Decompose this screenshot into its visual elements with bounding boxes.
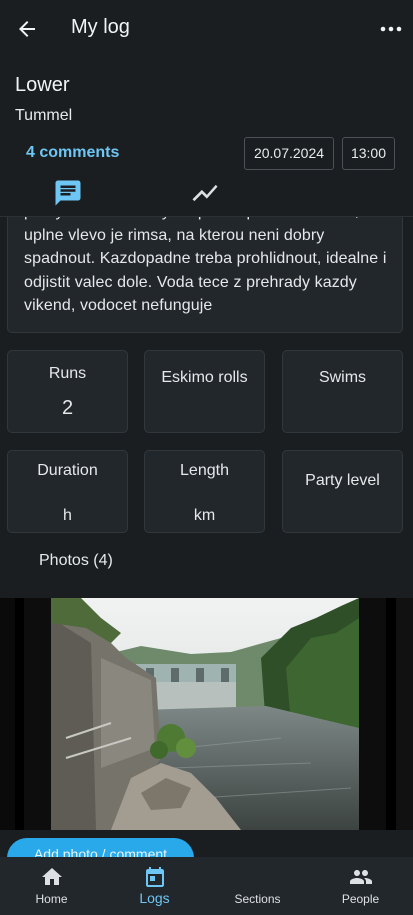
photo-margin — [24, 598, 51, 830]
stat-value: 2 — [61, 397, 74, 419]
chart-line-icon — [192, 184, 218, 202]
nav-people[interactable]: People — [309, 857, 412, 915]
people-icon — [349, 870, 372, 884]
stat-runs[interactable]: Runs 2 — [7, 350, 128, 433]
river-name[interactable]: Tummel — [15, 107, 72, 125]
stat-label: Length — [180, 462, 229, 479]
stat-swims[interactable]: Swims — [282, 350, 403, 433]
river-photo — [51, 598, 359, 830]
section-name: Lower — [15, 74, 70, 96]
nav-label: People — [341, 892, 380, 906]
bottom-navigation: Home Logs Sections People — [0, 857, 413, 915]
nav-label: Logs — [139, 890, 170, 906]
comments-link[interactable]: 4 comments — [26, 144, 119, 162]
calendar-icon — [145, 867, 164, 887]
home-icon — [41, 868, 62, 885]
more-horizontal-icon[interactable] — [378, 17, 404, 41]
stat-label: Eskimo rolls — [161, 369, 248, 386]
stat-length[interactable]: Length km — [144, 450, 265, 533]
photos-title: Photos (4) — [39, 552, 113, 569]
app-header: My log Lower Tummel 4 comments 20.07.202… — [0, 0, 413, 217]
stat-label: Party level — [305, 472, 380, 489]
photo-main[interactable] — [51, 598, 359, 830]
nav-logs[interactable]: Logs — [103, 857, 206, 915]
time-chip[interactable]: 13:00 — [342, 137, 395, 170]
nav-home[interactable]: Home — [0, 857, 103, 915]
nav-sections[interactable]: Sections — [206, 857, 309, 915]
stat-label: Runs — [48, 365, 87, 382]
stat-duration[interactable]: Duration h — [7, 450, 128, 533]
stat-party-level[interactable]: Party level — [282, 450, 403, 533]
stat-eskimo-rolls[interactable]: Eskimo rolls — [144, 350, 265, 433]
photo-margin — [359, 598, 386, 830]
nav-label: Home — [35, 892, 68, 906]
tab-chart[interactable] — [190, 178, 220, 208]
tab-comments[interactable] — [53, 178, 83, 208]
app-root: pravy vracak. Ovsky drop ma vpravo autob… — [0, 0, 413, 915]
stat-label: Duration — [37, 462, 98, 479]
comment-icon — [55, 180, 81, 206]
nav-label: Sections — [234, 892, 281, 906]
photo-carousel[interactable] — [0, 598, 413, 830]
stat-value: km — [193, 507, 216, 524]
stat-value: h — [63, 507, 72, 524]
back-arrow-icon[interactable] — [15, 17, 39, 41]
page-title: My log — [71, 16, 130, 38]
stat-label: Swims — [318, 369, 367, 386]
previous-photo[interactable] — [0, 598, 15, 830]
next-photo[interactable] — [396, 598, 413, 830]
description-text: pravy vracak. Ovsky drop ma vpravo autob… — [24, 203, 387, 314]
date-chip[interactable]: 20.07.2024 — [244, 137, 334, 170]
